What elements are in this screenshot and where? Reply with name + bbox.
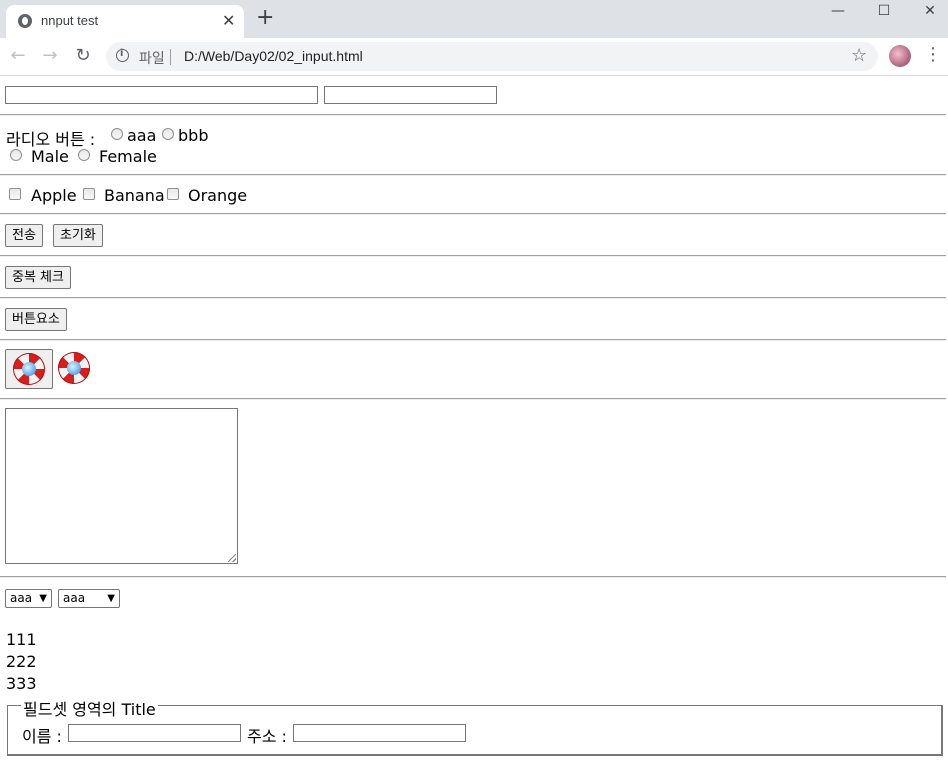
new-tab-button[interactable]: + [256,6,274,30]
divider [0,213,946,215]
select-2-value: aaa [63,591,86,605]
divider [0,114,946,116]
checkbox-orange[interactable] [167,188,179,200]
scheme-label: 파일 [139,51,165,67]
text-input-2[interactable] [324,86,497,104]
checkbox-banana-label: Banana [104,186,165,205]
button-element[interactable]: 버튼요소 [5,308,67,331]
bookmark-star-icon[interactable]: ☆ [851,45,867,66]
radio-male[interactable] [10,149,22,161]
submit-button[interactable]: 전송 [5,224,43,247]
tab-active[interactable]: nnput test ✕ [6,5,244,38]
dropdown-arrow-icon: ▼ [39,593,47,604]
resize-grip-icon[interactable] [228,554,236,562]
checkbox-apple-label: Apple [31,186,77,205]
address-label: 주소 : [247,727,287,746]
divider [0,174,946,176]
browser-toolbar: ← → ↻ 파일 D:/Web/Day02/02_input.html ☆ [0,38,948,76]
divider [0,339,946,341]
text-input-1[interactable] [5,86,318,104]
radio-female[interactable] [78,149,90,161]
profile-avatar[interactable] [889,45,911,67]
radio-female-label: Female [99,147,157,166]
duplicate-check-button[interactable]: 중복 체크 [5,266,71,289]
radio-aaa-label: aaa [127,126,157,145]
list-item: 222 [6,652,37,671]
image-input-lifebuoy-icon[interactable] [58,352,90,384]
tab-close-icon[interactable]: ✕ [222,11,235,30]
back-button[interactable]: ← [6,45,30,66]
lifebuoy-icon [13,353,45,385]
name-input[interactable] [68,724,241,742]
list-item: 111 [6,630,37,649]
menu-icon[interactable]: ⋮ [924,44,942,65]
maximize-button[interactable]: ☐ [861,0,907,24]
reset-button[interactable]: 초기화 [53,224,103,247]
checkbox-apple[interactable] [9,188,21,200]
address-bar[interactable]: 파일 D:/Web/Day02/02_input.html ☆ [106,42,878,71]
select-1-value: aaa [10,591,33,605]
window-close-button[interactable]: ✕ [907,0,948,24]
textarea[interactable] [5,408,238,564]
divider [0,398,946,400]
radio-bbb[interactable] [162,128,174,140]
address-divider [170,49,171,65]
radio-male-label: Male [31,147,69,166]
radio-aaa[interactable] [111,128,123,140]
address-input[interactable] [293,724,466,742]
checkbox-banana[interactable] [83,188,95,200]
select-dropdown-2[interactable]: aaa ▼ [58,589,120,608]
select-dropdown-1[interactable]: aaa ▼ [5,589,52,608]
name-label: 이름 : [22,727,62,746]
globe-icon [18,14,32,28]
reload-button[interactable]: ↻ [71,45,95,66]
divider [0,255,946,257]
url-text[interactable]: D:/Web/Day02/02_input.html [184,48,363,64]
checkbox-orange-label: Orange [188,186,248,205]
divider [0,297,946,299]
image-button[interactable] [5,349,53,389]
list-item: 333 [6,674,37,693]
divider [0,576,946,578]
forward-button[interactable]: → [38,45,62,66]
radio-bbb-label: bbb [178,126,209,145]
fieldset-legend: 필드셋 영역의 Title [21,696,158,720]
minimize-button[interactable]: — [815,0,861,24]
tab-title: nnput test [41,13,99,28]
info-icon[interactable] [116,48,129,62]
dropdown-arrow-icon: ▼ [107,593,115,604]
tab-strip: nnput test ✕ + — ☐ ✕ [0,0,948,38]
